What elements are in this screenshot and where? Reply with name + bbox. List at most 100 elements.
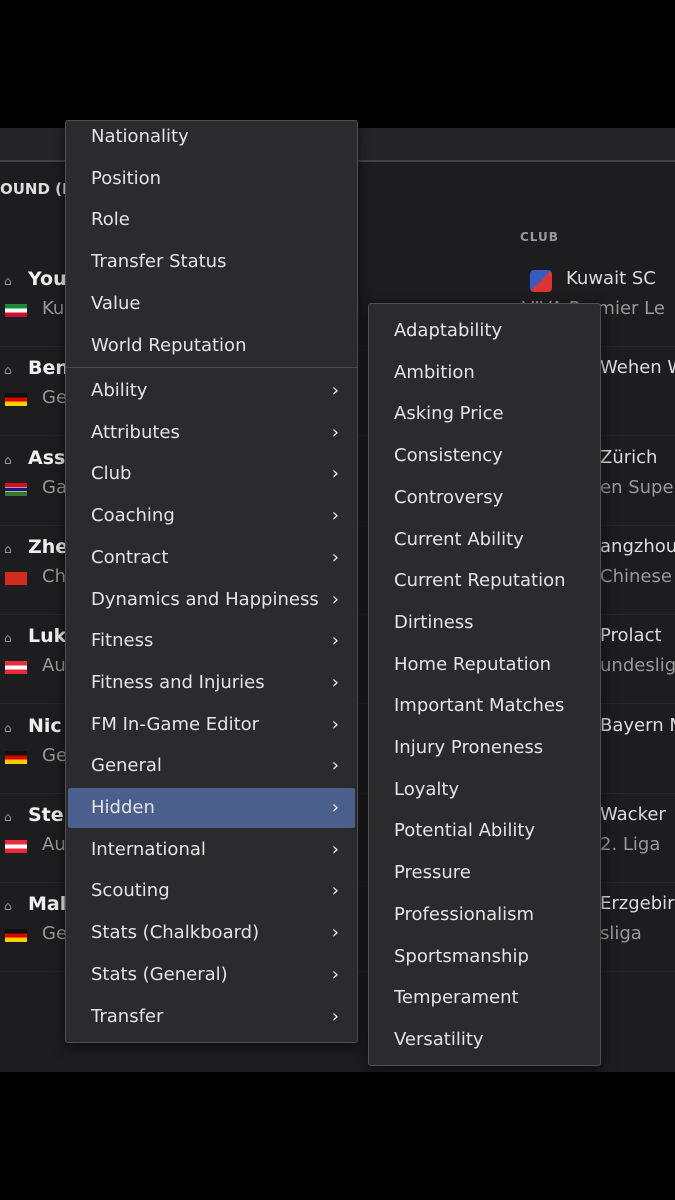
menu-item[interactable]: Nationality	[68, 117, 355, 157]
person-icon: ⌂	[4, 274, 12, 288]
person-icon: ⌂	[4, 809, 12, 824]
player-name[interactable]: Mal	[28, 893, 66, 915]
menu-divider	[66, 367, 357, 368]
column-option[interactable]: Versatility	[371, 1020, 598, 1060]
player-name[interactable]: You	[28, 268, 67, 290]
nationality: Ge	[42, 387, 68, 409]
flag-icon	[5, 839, 27, 853]
chevron-right-icon: ›	[331, 880, 339, 902]
menu-item-label: Attributes	[91, 421, 180, 443]
column-option[interactable]: Injury Proneness	[371, 728, 598, 768]
player-name[interactable]: Ass	[28, 447, 65, 469]
column-option[interactable]: Loyalty	[371, 770, 598, 810]
menu-item-label: Versatility	[394, 1028, 484, 1050]
column-option[interactable]: Adaptability	[371, 311, 598, 351]
menu-item-label: International	[91, 838, 206, 860]
column-option[interactable]: Pressure	[371, 853, 598, 893]
menu-item-label: Value	[91, 292, 141, 314]
menu-item-label: Hidden	[91, 797, 155, 818]
menu-item-label: Fitness	[91, 630, 154, 652]
submenu-item-fitness-and-injuries[interactable]: Fitness and Injuries ›	[68, 663, 355, 703]
nationality: Au	[42, 655, 66, 677]
flag-icon	[5, 929, 27, 943]
nationality: Ch	[42, 565, 66, 587]
player-name[interactable]: Ben	[28, 357, 69, 379]
nationality: Ku	[42, 298, 65, 319]
column-option[interactable]: Potential Ability	[371, 811, 598, 851]
chevron-right-icon: ›	[331, 713, 339, 735]
column-option[interactable]: Important Matches	[371, 686, 598, 726]
chevron-right-icon: ›	[331, 755, 339, 777]
menu-item-label: Pressure	[394, 862, 471, 884]
club-name[interactable]: Prolact	[600, 625, 662, 646]
menu-item-label: World Reputation	[91, 334, 247, 356]
person-icon: ⌂	[4, 631, 12, 646]
submenu-item-stats-chalkboard-[interactable]: Stats (Chalkboard) ›	[68, 913, 355, 953]
flag-icon	[5, 661, 27, 675]
menu-item-label: Stats (Chalkboard)	[91, 922, 260, 944]
menu-item-label: Ambition	[394, 361, 475, 383]
player-name[interactable]: Nic	[28, 715, 62, 737]
column-option[interactable]: Asking Price	[371, 394, 598, 434]
menu-item[interactable]: Transfer Status	[68, 242, 355, 282]
menu-item[interactable]: World Reputation	[68, 326, 355, 366]
chevron-right-icon: ›	[331, 380, 339, 401]
menu-item-label: Important Matches	[394, 695, 565, 717]
menu-item[interactable]: Role	[68, 200, 355, 240]
menu-item-label: Fitness and Injuries	[91, 671, 265, 693]
player-name[interactable]: Zhe	[28, 536, 68, 558]
column-option[interactable]: Consistency	[371, 436, 598, 476]
submenu-item-general[interactable]: General ›	[68, 746, 355, 786]
menu-item[interactable]: Position	[68, 159, 355, 199]
column-option[interactable]: Controversy	[371, 478, 598, 518]
club-name[interactable]: Erzgebir	[600, 893, 675, 914]
submenu-item-stats-general-[interactable]: Stats (General) ›	[68, 955, 355, 995]
chevron-right-icon: ›	[331, 922, 339, 944]
nationality: Au	[42, 833, 66, 855]
flag-icon	[5, 304, 27, 317]
submenu-item-hidden[interactable]: Hidden ›	[68, 788, 355, 828]
submenu-item-club[interactable]: Club ›	[68, 454, 355, 494]
submenu-item-contract[interactable]: Contract ›	[68, 538, 355, 578]
column-option[interactable]: Ambition	[371, 353, 598, 393]
column-option[interactable]: Current Ability	[371, 520, 598, 560]
submenu-item-fitness[interactable]: Fitness ›	[68, 621, 355, 661]
league-name: 2. Liga	[600, 833, 661, 855]
club-column-header[interactable]: CLUB	[520, 230, 559, 244]
column-option[interactable]: Temperament	[371, 978, 598, 1018]
submenu-item-dynamics-and-happiness[interactable]: Dynamics and Happiness ›	[68, 580, 355, 620]
submenu-item-international[interactable]: International ›	[68, 830, 355, 870]
menu-item-label: Home Reputation	[394, 653, 552, 675]
submenu-item-scouting[interactable]: Scouting ›	[68, 871, 355, 911]
submenu-item-transfer[interactable]: Transfer ›	[68, 997, 355, 1037]
club-name[interactable]: Wehen W	[600, 357, 675, 378]
chevron-right-icon: ›	[331, 463, 339, 485]
menu-item-label: Potential Ability	[394, 820, 536, 842]
column-option[interactable]: Professionalism	[371, 895, 598, 935]
menu-item[interactable]: Value	[68, 284, 355, 324]
person-icon: ⌂	[4, 452, 12, 467]
club-name[interactable]: Zürich	[600, 447, 657, 468]
column-option[interactable]: Dirtiness	[371, 603, 598, 643]
submenu-item-ability[interactable]: Ability ›	[68, 371, 355, 411]
player-name[interactable]: Luk	[28, 625, 66, 647]
club-name[interactable]: Wacker	[600, 804, 666, 825]
person-icon: ⌂	[4, 899, 12, 914]
club-name[interactable]: angzhou	[600, 536, 675, 557]
submenu-item-attributes[interactable]: Attributes ›	[68, 413, 355, 453]
club-name[interactable]: Bayern M	[600, 715, 675, 736]
menu-item-label: Temperament	[394, 987, 519, 1009]
column-option[interactable]: Sportsmanship	[371, 937, 598, 977]
league-name: sliga	[600, 923, 642, 945]
chevron-right-icon: ›	[331, 963, 339, 985]
league-name: en Super	[600, 476, 675, 498]
flag-icon	[5, 482, 27, 496]
submenu-item-fm-in-game-editor[interactable]: FM In-Game Editor ›	[68, 705, 355, 745]
column-option[interactable]: Home Reputation	[371, 645, 598, 685]
player-name[interactable]: Ste	[28, 804, 64, 826]
club-badge-icon	[530, 270, 552, 292]
club-name[interactable]: Kuwait SC	[566, 268, 656, 289]
submenu-item-coaching[interactable]: Coaching ›	[68, 496, 355, 536]
menu-item-label: Nationality	[91, 126, 189, 147]
column-option[interactable]: Current Reputation	[371, 561, 598, 601]
